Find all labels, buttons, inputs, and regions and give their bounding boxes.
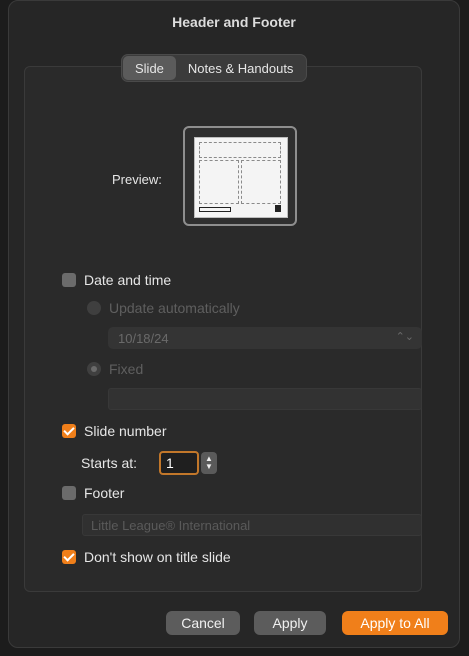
content-placeholder-right — [241, 160, 281, 204]
apply-button[interactable]: Apply — [254, 611, 326, 635]
chevron-up-down-icon: ⌃⌄ — [395, 331, 414, 343]
footer-text-input[interactable]: Little League® International — [82, 514, 422, 536]
starts-at-input[interactable]: 1 — [159, 451, 199, 475]
date-time-label: Date and time — [84, 272, 172, 288]
apply-to-all-button[interactable]: Apply to All — [342, 611, 448, 635]
cancel-button[interactable]: Cancel — [166, 611, 240, 635]
dont-show-title-label: Don't show on title slide — [84, 549, 231, 565]
slide-thumbnail — [194, 137, 288, 218]
update-automatically-row[interactable]: Update automatically — [87, 300, 240, 316]
date-format-select[interactable]: 10/18/24 ⌃⌄ — [108, 327, 422, 349]
update-automatically-label: Update automatically — [109, 300, 240, 316]
tab-notes-handouts[interactable]: Notes & Handouts — [176, 56, 306, 80]
date-time-checkbox[interactable] — [62, 273, 76, 287]
fixed-date-input[interactable] — [108, 388, 422, 410]
date-time-row[interactable]: Date and time — [62, 272, 171, 288]
slide-number-row[interactable]: Slide number — [62, 423, 167, 439]
slide-preview — [183, 126, 297, 226]
date-format-value: 10/18/24 — [118, 330, 169, 346]
title-placeholder — [199, 142, 281, 158]
dialog-title: Header and Footer — [172, 14, 296, 30]
slide-number-checkbox[interactable] — [62, 424, 76, 438]
date-placeholder — [199, 207, 231, 212]
slide-number-placeholder — [275, 205, 281, 212]
content-placeholder-left — [199, 160, 239, 204]
update-automatically-radio[interactable] — [87, 301, 101, 315]
starts-at-stepper[interactable]: ▲ ▼ — [201, 452, 217, 474]
fixed-radio[interactable] — [87, 362, 101, 376]
dont-show-title-row[interactable]: Don't show on title slide — [62, 549, 231, 565]
fixed-label: Fixed — [109, 361, 144, 377]
preview-label: Preview: — [112, 172, 162, 187]
footer-checkbox[interactable] — [62, 486, 76, 500]
tab-bar: Slide Notes & Handouts — [122, 55, 307, 81]
chevron-down-icon[interactable]: ▼ — [205, 463, 213, 471]
starts-at-label: Starts at: — [81, 455, 138, 471]
tab-slide[interactable]: Slide — [123, 56, 176, 80]
dont-show-title-checkbox[interactable] — [62, 550, 76, 564]
footer-label: Footer — [84, 485, 125, 501]
footer-row[interactable]: Footer — [62, 485, 124, 501]
fixed-row[interactable]: Fixed — [87, 361, 143, 377]
slide-number-label: Slide number — [84, 423, 167, 439]
